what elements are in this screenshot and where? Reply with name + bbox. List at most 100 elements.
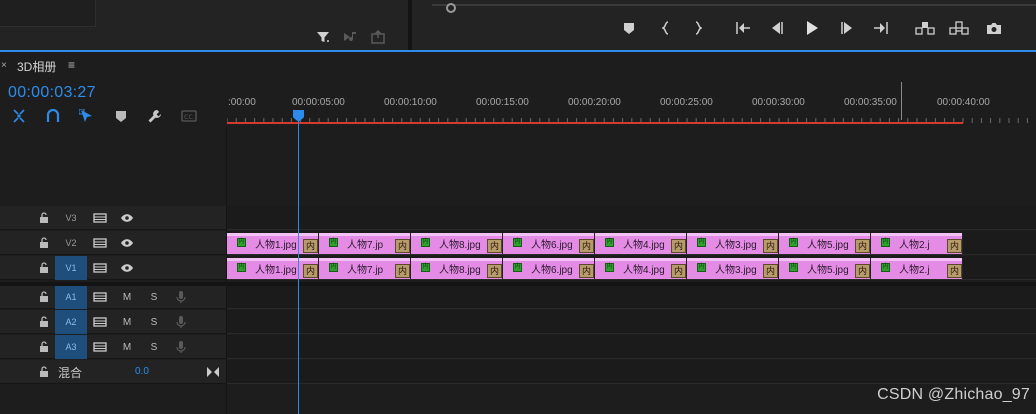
fx-badge[interactable]: 内 xyxy=(303,239,318,253)
audio-note-icon[interactable] xyxy=(342,28,360,46)
sequence-tab-title[interactable]: 3D相册 xyxy=(17,58,56,75)
fx-badge[interactable]: 内 xyxy=(579,264,594,278)
fx-badge[interactable]: 内 xyxy=(487,264,502,278)
clip[interactable]: 内人物3.jpg 内 xyxy=(687,258,779,279)
track-name-a1[interactable]: A1 xyxy=(55,285,87,309)
wrench-icon[interactable] xyxy=(146,107,164,125)
clip[interactable]: 内人物1.jpg 内 xyxy=(227,258,319,279)
fx-badge[interactable]: 内 xyxy=(487,239,502,253)
program-scrubber[interactable] xyxy=(432,3,1036,13)
timeline-tracks[interactable]: 内人物1.jpg 内内人物7.jp 内内人物8.jpg 内内人物6.jpg 内内人物4.… xyxy=(227,126,1036,414)
track-name-v3[interactable]: V3 xyxy=(55,206,87,230)
fx-badge[interactable]: 内 xyxy=(947,264,962,278)
solo-button[interactable]: S xyxy=(146,289,162,305)
microphone-icon[interactable] xyxy=(173,289,189,305)
snap-icon[interactable] xyxy=(10,107,28,125)
fx-badge[interactable]: 内 xyxy=(671,264,686,278)
go-to-in-icon[interactable] xyxy=(731,16,755,40)
fx-badge[interactable]: 内 xyxy=(303,264,318,278)
clip[interactable]: 内人物1.jpg 内 xyxy=(227,233,319,254)
fx-badge[interactable]: 内 xyxy=(763,239,778,253)
fx-badge[interactable]: 内 xyxy=(763,264,778,278)
lock-icon[interactable] xyxy=(39,316,49,327)
eye-icon[interactable] xyxy=(119,235,135,251)
play-icon[interactable] xyxy=(800,16,824,40)
lock-icon[interactable] xyxy=(39,262,49,273)
clip[interactable]: 内人物7.jp 内 xyxy=(319,233,411,254)
film-icon[interactable] xyxy=(92,235,108,251)
mark-in-icon[interactable] xyxy=(654,16,678,40)
track-name-a3[interactable]: A3 xyxy=(55,335,87,359)
clip[interactable]: 内人物4.jpg 内 xyxy=(595,233,687,254)
track-name-v2[interactable]: V2 xyxy=(55,231,87,255)
bowtie-icon[interactable] xyxy=(205,364,221,380)
film-icon[interactable] xyxy=(92,210,108,226)
film-icon[interactable] xyxy=(92,314,108,330)
mute-button[interactable]: M xyxy=(119,314,135,330)
program-playhead-handle[interactable] xyxy=(446,3,456,13)
magnet-link-icon[interactable] xyxy=(44,107,62,125)
fx-badge[interactable]: 内 xyxy=(579,239,594,253)
linked-select-icon[interactable] xyxy=(78,107,96,125)
fx-badge[interactable]: 内 xyxy=(395,264,410,278)
camera-icon[interactable] xyxy=(982,16,1006,40)
clip[interactable]: 内人物5.jpg 内 xyxy=(779,233,871,254)
film-icon[interactable] xyxy=(92,260,108,276)
lane-a1[interactable] xyxy=(227,285,1036,309)
panel-menu-icon[interactable]: ≡ xyxy=(68,58,75,72)
fx-badge[interactable]: 内 xyxy=(395,239,410,253)
solo-button[interactable]: S xyxy=(146,339,162,355)
mute-button[interactable]: M xyxy=(119,339,135,355)
clip[interactable]: 内人物2.j 内 xyxy=(871,258,963,279)
microphone-icon[interactable] xyxy=(173,339,189,355)
captions-icon[interactable]: CC xyxy=(180,107,198,125)
film-icon[interactable] xyxy=(92,289,108,305)
fx-badge[interactable]: 内 xyxy=(855,264,870,278)
film-icon[interactable] xyxy=(92,339,108,355)
clip[interactable]: 内人物6.jpg 内 xyxy=(503,258,595,279)
track-name-v1[interactable]: V1 xyxy=(55,256,87,280)
mix-value[interactable]: 0.0 xyxy=(135,366,149,377)
lane-v3[interactable] xyxy=(227,206,1036,230)
lane-v2[interactable]: 内人物1.jpg 内内人物7.jp 内内人物8.jpg 内内人物6.jpg 内内人物4.… xyxy=(227,231,1036,255)
clip[interactable]: 内人物4.jpg 内 xyxy=(595,258,687,279)
work-area-bar[interactable] xyxy=(227,122,963,124)
mute-button[interactable]: M xyxy=(119,289,135,305)
eye-icon[interactable] xyxy=(119,210,135,226)
step-forward-icon[interactable] xyxy=(835,16,859,40)
lane-a3[interactable] xyxy=(227,335,1036,359)
playhead-timecode[interactable]: 00:00:03:27 xyxy=(8,84,96,102)
extract-icon[interactable] xyxy=(947,16,971,40)
time-ruler[interactable]: :00:00 00:00:05:00 00:00:10:00 00:00:15:… xyxy=(227,78,1036,126)
microphone-icon[interactable] xyxy=(173,314,189,330)
track-name-a2[interactable]: A2 xyxy=(55,310,87,334)
lock-icon[interactable] xyxy=(39,341,49,352)
lock-icon[interactable] xyxy=(39,291,49,302)
video-audio-divider[interactable] xyxy=(0,282,1036,286)
fx-badge[interactable]: 内 xyxy=(947,239,962,253)
step-back-icon[interactable] xyxy=(765,16,789,40)
fx-badge[interactable]: 内 xyxy=(855,239,870,253)
filter-icon[interactable] xyxy=(314,28,332,46)
lock-icon[interactable] xyxy=(39,366,49,377)
eye-icon[interactable] xyxy=(119,260,135,276)
clip[interactable]: 内人物6.jpg 内 xyxy=(503,233,595,254)
lift-icon[interactable] xyxy=(913,16,937,40)
fx-badge[interactable]: 内 xyxy=(671,239,686,253)
close-tab-button[interactable]: × xyxy=(1,60,7,71)
clip[interactable]: 内人物8.jpg 内 xyxy=(411,258,503,279)
mark-out-icon[interactable] xyxy=(686,16,710,40)
go-to-out-icon[interactable] xyxy=(869,16,893,40)
clip[interactable]: 内人物8.jpg 内 xyxy=(411,233,503,254)
export-frame-icon[interactable] xyxy=(370,28,388,46)
clip[interactable]: 内人物7.jp 内 xyxy=(319,258,411,279)
marker-icon[interactable] xyxy=(617,16,641,40)
clip[interactable]: 内人物3.jpg 内 xyxy=(687,233,779,254)
solo-button[interactable]: S xyxy=(146,314,162,330)
lane-a2[interactable] xyxy=(227,310,1036,334)
clip[interactable]: 内人物5.jpg 内 xyxy=(779,258,871,279)
add-marker-icon[interactable] xyxy=(112,107,130,125)
playhead-line[interactable] xyxy=(298,112,299,414)
clip[interactable]: 内人物2.j 内 xyxy=(871,233,963,254)
lane-v1[interactable]: 内人物1.jpg 内内人物7.jp 内内人物8.jpg 内内人物6.jpg 内内人物4.… xyxy=(227,256,1036,280)
